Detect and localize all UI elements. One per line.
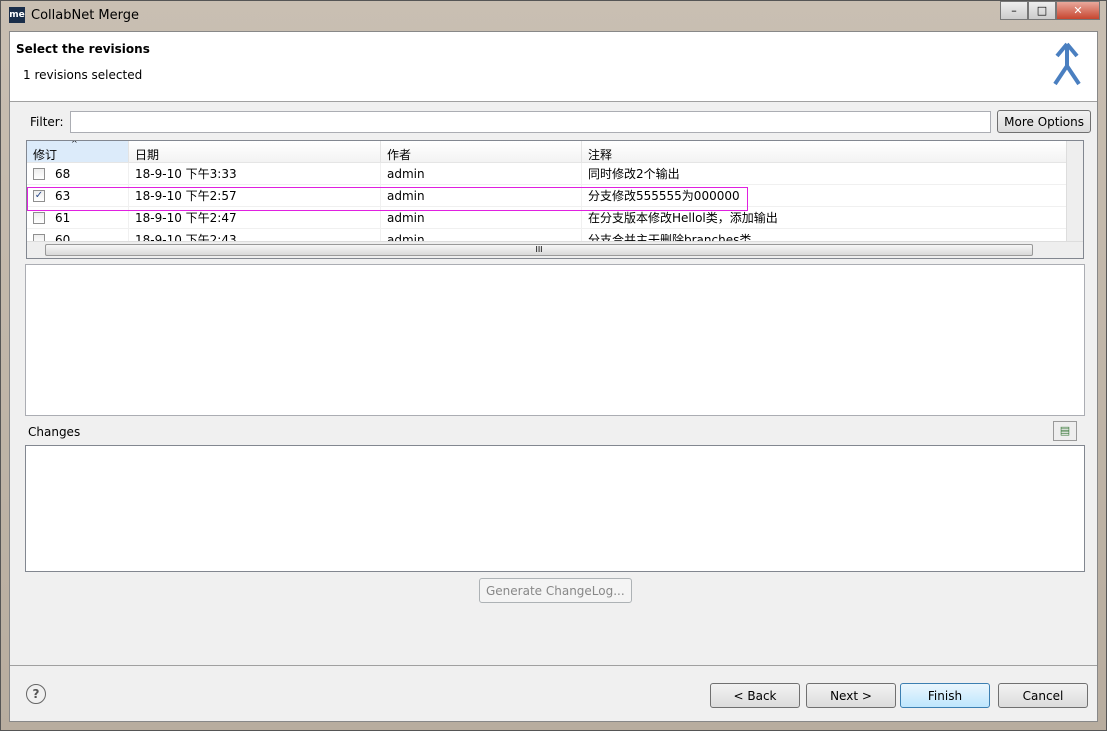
filter-input[interactable] (69, 110, 992, 133)
author-cell: admin (381, 163, 582, 184)
page-subtitle: 1 revisions selected (23, 68, 143, 82)
next-button[interactable]: Next > (806, 683, 896, 708)
minimize-button[interactable]: – (1000, 1, 1028, 20)
column-header-comment[interactable]: 注释 (582, 141, 1067, 162)
page-title: Select the revisions (16, 42, 150, 56)
divider (10, 665, 1097, 666)
comment-cell: 在分支版本修改Hellol类，添加输出 (582, 207, 1067, 228)
table-row[interactable]: ✓ 63 18-9-10 下午2:57 admin 分支修改555555为0000… (27, 185, 1083, 207)
close-button[interactable]: ✕ (1056, 1, 1100, 20)
revision-cell: 68 (55, 166, 71, 181)
changes-label: Changes (28, 425, 81, 439)
help-icon[interactable]: ? (26, 684, 46, 704)
row-checkbox[interactable] (33, 211, 45, 224)
date-cell: 18-9-10 下午3:33 (129, 163, 381, 184)
column-header-author[interactable]: 作者 (381, 141, 582, 162)
revisions-table: 修订 ^ 日期 作者 注释 68 18-9-10 下午3:33 admin 同时修… (26, 140, 1084, 259)
more-options-button[interactable]: More Options (997, 110, 1091, 133)
row-checkbox[interactable]: ✓ (33, 189, 45, 202)
table-row[interactable]: 61 18-9-10 下午2:47 admin 在分支版本修改Hellol类，添… (27, 207, 1083, 229)
app-logo: me (9, 7, 25, 23)
window-title: CollabNet Merge (31, 7, 140, 23)
maximize-button[interactable]: □ (1028, 1, 1056, 20)
revision-cell: 61 (55, 210, 71, 225)
author-cell: admin (381, 185, 582, 206)
revision-cell: 63 (55, 188, 71, 203)
changes-pane (25, 445, 1085, 572)
merge-arrows-icon (1053, 42, 1081, 86)
dialog-window: me CollabNet Merge – □ ✕ Select the revi… (0, 0, 1107, 731)
comment-cell: 同时修改2个输出 (582, 163, 1067, 184)
row-checkbox[interactable] (33, 167, 45, 180)
finish-button[interactable]: Finish (900, 683, 990, 708)
layout-toggle-icon[interactable]: ▤ (1053, 421, 1077, 441)
table-vertical-scrollbar[interactable] (1066, 141, 1083, 243)
generate-changelog-button[interactable]: Generate ChangeLog... (479, 578, 632, 603)
back-button[interactable]: < Back (710, 683, 800, 708)
filter-label: Filter: (30, 114, 64, 129)
date-cell: 18-9-10 下午2:47 (129, 207, 381, 228)
revision-detail-pane (25, 264, 1085, 416)
title-bar: me CollabNet Merge – □ ✕ (1, 1, 1106, 29)
table-row[interactable]: 68 18-9-10 下午3:33 admin 同时修改2个输出 (27, 163, 1083, 185)
table-horizontal-scrollbar[interactable]: III (27, 241, 1083, 258)
author-cell: admin (381, 207, 582, 228)
comment-cell: 分支修改555555为000000 (582, 185, 1067, 206)
column-header-revision[interactable]: 修订 ^ (27, 141, 129, 162)
dialog-client: Select the revisions 1 revisions selecte… (9, 31, 1098, 722)
date-cell: 18-9-10 下午2:57 (129, 185, 381, 206)
sort-ascending-icon: ^ (71, 140, 78, 148)
scroll-thumb[interactable]: III (45, 244, 1033, 256)
cancel-button[interactable]: Cancel (998, 683, 1088, 708)
column-header-date[interactable]: 日期 (129, 141, 381, 162)
wizard-header: Select the revisions 1 revisions selecte… (10, 32, 1097, 102)
